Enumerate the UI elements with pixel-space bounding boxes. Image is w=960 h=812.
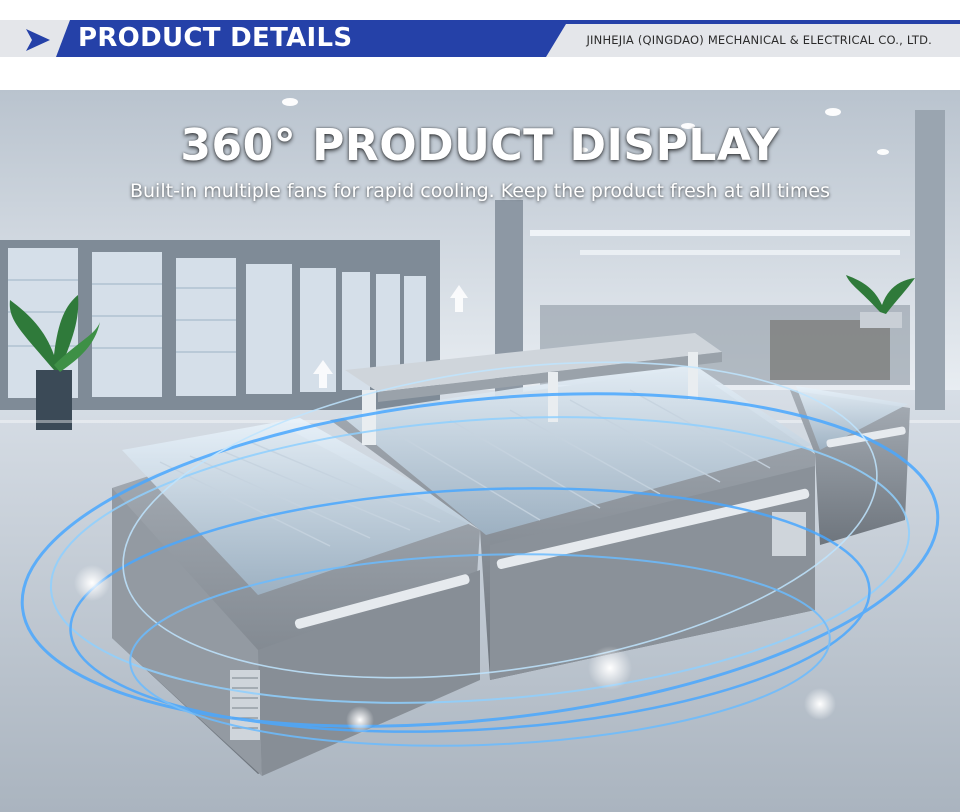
hero-product-image: 360° PRODUCT DISPLAY Built-in multiple f… [0,90,960,812]
section-title: PRODUCT DETAILS [78,23,353,53]
company-name: JINHEJIA (QINGDAO) MECHANICAL & ELECTRIC… [586,33,932,47]
chevron-arrow-icon [26,29,50,51]
hero-subtitle: Built-in multiple fans for rapid cooling… [129,180,830,202]
header-banner: PRODUCT DETAILS JINHEJIA (QINGDAO) MECHA… [0,0,960,90]
hero-title: 360° PRODUCT DISPLAY [180,120,780,171]
